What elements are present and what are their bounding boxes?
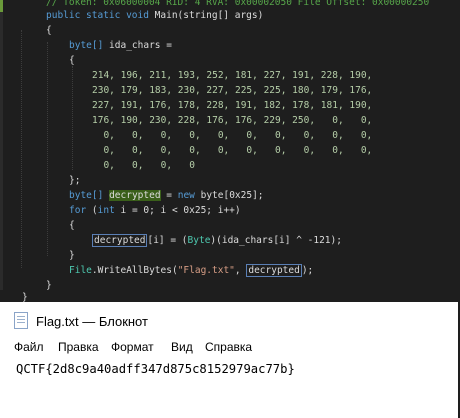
- array-row: 214, 196, 211, 193, 252, 181, 227, 191, …: [92, 70, 373, 81]
- indent-guide: [21, 30, 22, 268]
- code-editor[interactable]: // Token: 0x06000004 RID: 4 RVA: 0x00002…: [0, 0, 460, 302]
- notepad-titlebar[interactable]: Flag.txt — Блокнот: [0, 302, 460, 338]
- byte-cast: Byte: [187, 235, 211, 246]
- menu-format[interactable]: Формат: [111, 340, 154, 354]
- xor-expression: )(ida_chars[i] ^ -121);: [210, 235, 342, 246]
- new-keyword: new: [177, 190, 195, 201]
- file-class: File: [69, 265, 92, 276]
- array-row: 0, 0, 0, 0, 0, 0, 0, 0, 0, 0,: [92, 130, 373, 141]
- xor-assignment: decrypted [i] = (Byte)(ida_chars[i] ^ -12…: [92, 234, 342, 247]
- write-call: File.WriteAllBytes("Flag.txt", decrypted…: [69, 264, 314, 277]
- token-comment: // Token: 0x06000004 RID: 4 RVA: 0x00002…: [46, 0, 430, 8]
- editor-margin: [0, 0, 3, 290]
- menu-edit[interactable]: Правка: [58, 340, 99, 354]
- menu-view[interactable]: Вид: [171, 340, 193, 354]
- array-row: 0, 0, 0, 0: [92, 160, 195, 171]
- array-open-brace: {: [69, 55, 75, 66]
- decrypted-reference[interactable]: decrypted: [246, 264, 302, 277]
- notepad-icon: [14, 312, 28, 329]
- for-keyword: for: [69, 205, 87, 216]
- method-close-brace: }: [46, 280, 52, 291]
- array-name: ida_chars =: [103, 40, 172, 51]
- array-row: 227, 191, 176, 178, 228, 191, 182, 178, …: [92, 100, 373, 111]
- array-row: 0, 0, 0, 0, 0, 0, 0, 0, 0, 0,: [92, 145, 373, 156]
- decrypted-declaration: byte[] decrypted = new byte[0x25];: [69, 190, 264, 201]
- for-header: i = 0; i < 0x25; i++): [114, 205, 241, 216]
- notepad-text-area[interactable]: QCTF{2d8c9a40adff347d875c8152979ac77b}: [16, 362, 295, 376]
- change-marker: [0, 0, 3, 12]
- decrypted-variable-highlight[interactable]: decrypted: [109, 190, 161, 201]
- decrypted-reference[interactable]: decrypted: [92, 234, 148, 247]
- main-signature: public static void Main(string[] args): [46, 10, 263, 22]
- notepad-window: Flag.txt — Блокнот Файл Правка Формат Ви…: [0, 302, 460, 418]
- array-declaration: byte[] ida_chars =: [69, 40, 172, 52]
- signature-rest: Main(string[] args): [148, 10, 264, 21]
- new-expression: byte[0x25];: [194, 190, 264, 201]
- signature-keywords: public static void: [46, 10, 149, 21]
- decrypted-type: byte[]: [69, 190, 104, 201]
- filename-string: "Flag.txt": [177, 265, 235, 276]
- array-row: 230, 179, 183, 230, 227, 225, 225, 180, …: [92, 85, 373, 96]
- array-type: byte[]: [69, 40, 104, 51]
- method-open-brace: {: [46, 25, 52, 36]
- indent-guide: [72, 66, 73, 170]
- class-close-brace: }: [22, 292, 28, 302]
- indent-guide: [47, 42, 48, 256]
- array-close: };: [69, 175, 81, 186]
- menu-file[interactable]: Файл: [14, 340, 44, 354]
- array-row: 176, 190, 230, 228, 176, 176, 229, 250, …: [92, 115, 373, 126]
- loop-open-brace: {: [69, 220, 75, 231]
- menu-help[interactable]: Справка: [205, 340, 252, 354]
- menu-bar: Файл Правка Формат Вид Справка: [0, 340, 460, 358]
- for-loop: for (int i = 0; i < 0x25; i++): [69, 205, 241, 216]
- loop-close-brace: }: [69, 250, 75, 261]
- int-keyword: int: [97, 205, 115, 216]
- window-title: Flag.txt — Блокнот: [36, 314, 148, 329]
